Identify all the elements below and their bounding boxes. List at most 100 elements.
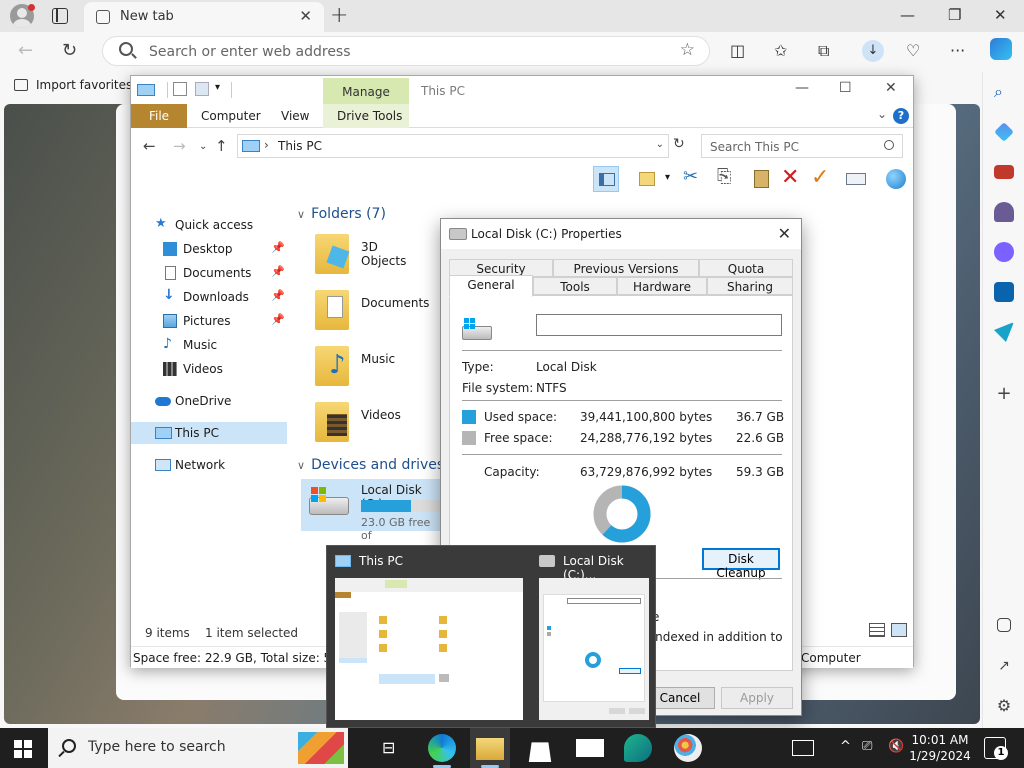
- new-tab-button[interactable]: +: [330, 3, 348, 28]
- file-explorer-taskbar-icon[interactable]: [476, 738, 504, 760]
- collections-icon[interactable]: ⧉: [818, 41, 829, 61]
- tab-file[interactable]: File: [131, 104, 187, 128]
- sidebar-external-icon[interactable]: ↗: [994, 658, 1014, 678]
- close-tab-icon[interactable]: ✕: [299, 7, 312, 25]
- nav-onedrive[interactable]: OneDrive: [131, 390, 287, 412]
- tab-new-tab[interactable]: New tab ✕: [84, 2, 324, 32]
- nav-downloads[interactable]: ↓ Downloads 📌: [131, 286, 287, 308]
- collapse-chevron-icon[interactable]: ∨: [297, 459, 305, 472]
- tab-drive-tools[interactable]: Drive Tools: [337, 109, 402, 123]
- properties-close-icon[interactable]: ✕: [778, 224, 791, 243]
- change-view-button[interactable]: ▾: [635, 166, 670, 192]
- sidebar-copilot-icon[interactable]: [994, 242, 1014, 262]
- refresh-icon[interactable]: ↻: [62, 40, 77, 61]
- edge-taskbar-icon[interactable]: [428, 734, 456, 762]
- thumb-title-this-pc[interactable]: This PC: [359, 554, 403, 568]
- path-dropdown-icon[interactable]: ⌄: [656, 139, 664, 150]
- explorer-back-icon[interactable]: ←: [143, 137, 156, 155]
- tab-hardware[interactable]: Hardware: [617, 277, 707, 295]
- recent-locations-icon[interactable]: ⌄: [199, 141, 207, 152]
- address-bar[interactable]: Search or enter web address ☆: [102, 36, 710, 66]
- tab-computer[interactable]: Computer: [201, 109, 261, 123]
- sidebar-panel-icon[interactable]: [997, 618, 1011, 632]
- network-globe-button[interactable]: [883, 166, 909, 192]
- nav-videos[interactable]: Videos: [131, 358, 287, 380]
- start-windows-icon[interactable]: [14, 740, 32, 758]
- nav-pictures[interactable]: Pictures 📌: [131, 310, 287, 332]
- search-highlight-puzzle-icon[interactable]: [298, 732, 344, 764]
- ribbon-expand-chevron-icon[interactable]: ⌄: [877, 107, 887, 121]
- help-icon[interactable]: ?: [893, 108, 909, 124]
- folder-documents[interactable]: Documents: [297, 290, 429, 340]
- tab-actions-icon[interactable]: [52, 8, 68, 24]
- nav-music[interactable]: ♪ Music: [131, 334, 287, 356]
- explorer-minimize-icon[interactable]: —: [795, 80, 809, 96]
- tab-previous-versions[interactable]: Previous Versions: [553, 259, 699, 277]
- cut-icon[interactable]: ✂: [683, 166, 709, 192]
- sidebar-tools-icon[interactable]: [994, 165, 1014, 179]
- folders-group-header[interactable]: ∨ Folders (7): [297, 206, 386, 222]
- folder-3d-objects[interactable]: 3D Objects: [297, 234, 427, 284]
- copy-icon[interactable]: ⎘: [717, 166, 743, 192]
- address-path-box[interactable]: › This PC ⌄: [237, 134, 669, 158]
- split-screen-icon[interactable]: ◫: [730, 41, 745, 60]
- details-view-icon[interactable]: [869, 623, 885, 637]
- delete-icon[interactable]: ✕: [781, 166, 807, 192]
- qat-dropdown-icon[interactable]: ▾: [215, 82, 220, 98]
- tab-general[interactable]: General: [449, 275, 533, 297]
- task-view-icon[interactable]: ⊟: [382, 738, 410, 766]
- network-tray-icon[interactable]: ⎚: [862, 739, 872, 754]
- devices-group-header[interactable]: ∨ Devices and drives: [297, 457, 444, 473]
- pin-icon[interactable]: 📌: [271, 313, 285, 326]
- downloads-icon[interactable]: ↓: [862, 40, 884, 62]
- tab-sharing[interactable]: Sharing: [707, 277, 793, 295]
- back-icon[interactable]: ←: [18, 40, 33, 61]
- preview-pane-button[interactable]: [593, 166, 619, 192]
- apply-button[interactable]: Apply: [721, 687, 793, 709]
- paint-taskbar-icon[interactable]: [674, 734, 702, 762]
- sidebar-games-icon[interactable]: [994, 202, 1014, 222]
- nav-documents[interactable]: Documents 📌: [131, 262, 287, 284]
- taskbar-clock[interactable]: 10:01 AM 1/29/2024: [908, 732, 972, 764]
- properties-button[interactable]: [843, 166, 869, 192]
- explorer-forward-icon[interactable]: →: [173, 137, 186, 155]
- sidebar-shopping-icon[interactable]: [994, 122, 1014, 142]
- manage-contextual-tab[interactable]: Manage: [323, 78, 409, 104]
- mail-taskbar-icon[interactable]: [576, 739, 604, 757]
- pin-icon[interactable]: 📌: [271, 241, 285, 254]
- sidebar-send-icon[interactable]: [994, 322, 1014, 342]
- path-separator-icon[interactable]: ›: [264, 138, 269, 152]
- sidebar-settings-gear-icon[interactable]: ⚙: [994, 696, 1014, 716]
- drive-local-disk-c[interactable]: Local Disk (C:) 23.0 GB free of: [301, 479, 441, 542]
- pin-icon[interactable]: 📌: [271, 265, 285, 278]
- close-window-icon[interactable]: ✕: [994, 6, 1007, 24]
- explorer-maximize-icon[interactable]: ☐: [839, 80, 852, 96]
- volume-muted-icon[interactable]: 🔇: [888, 739, 904, 754]
- copilot-icon[interactable]: [990, 38, 1012, 60]
- show-hidden-icons-chevron[interactable]: ^: [840, 739, 851, 754]
- nav-desktop[interactable]: Desktop 📌: [131, 238, 287, 260]
- sidebar-add-icon[interactable]: +: [994, 384, 1014, 404]
- more-options-icon[interactable]: ···: [950, 41, 965, 60]
- restore-icon[interactable]: ❐: [948, 6, 961, 24]
- favorites-icon[interactable]: ✩: [774, 41, 787, 60]
- taskbar-search-box[interactable]: Type here to search: [48, 728, 348, 768]
- folder-videos[interactable]: Videos: [297, 402, 427, 452]
- up-icon[interactable]: ↑: [215, 137, 228, 155]
- teams-chat-taskbar-icon[interactable]: [624, 734, 652, 762]
- import-favorites-link[interactable]: Import favorites: [14, 78, 132, 92]
- store-taskbar-icon[interactable]: [528, 742, 552, 762]
- sidebar-outlook-icon[interactable]: [994, 282, 1014, 302]
- volume-label-input[interactable]: [536, 314, 782, 336]
- thumbnail-this-pc[interactable]: [335, 578, 523, 720]
- folder-music[interactable]: ♪ Music: [297, 346, 427, 396]
- properties-qat-icon[interactable]: [173, 82, 187, 96]
- collapse-chevron-icon[interactable]: ∨: [297, 208, 305, 221]
- nav-network[interactable]: Network: [131, 454, 287, 476]
- new-folder-qat-icon[interactable]: [195, 82, 209, 96]
- rename-check-icon[interactable]: ✓: [811, 166, 837, 192]
- large-icons-view-icon[interactable]: [891, 623, 907, 637]
- paste-button[interactable]: [749, 166, 775, 192]
- news-widget-icon[interactable]: [792, 740, 814, 756]
- sidebar-search-icon[interactable]: ⌕: [994, 82, 1014, 102]
